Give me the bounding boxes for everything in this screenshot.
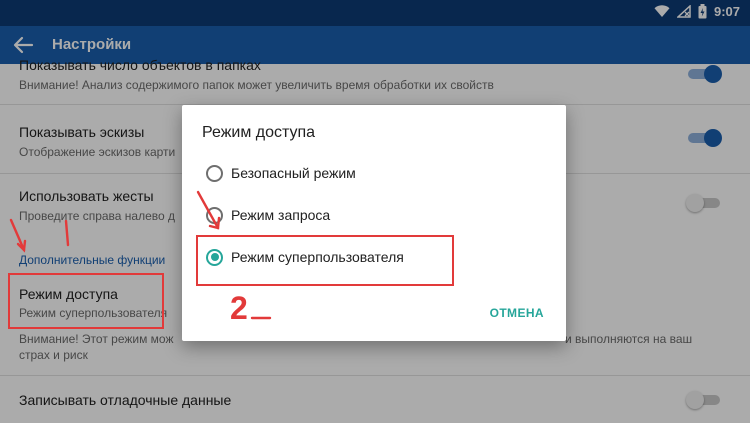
option-safe-mode[interactable]: Безопасный режим	[206, 161, 356, 185]
radio-unchecked-icon[interactable]	[206, 164, 223, 182]
cancel-button[interactable]: ОТМЕНА	[490, 306, 544, 320]
annotation-highlight-superuser-option	[196, 235, 454, 286]
option-label: Безопасный режим	[231, 165, 356, 181]
option-request-mode[interactable]: Режим запроса	[206, 203, 330, 227]
option-label: Режим запроса	[231, 207, 331, 223]
annotation-highlight-access-mode	[8, 273, 164, 329]
access-mode-dialog: Режим доступа Безопасный режим Режим зап…	[182, 105, 566, 341]
dialog-title: Режим доступа	[202, 124, 316, 141]
radio-unchecked-icon[interactable]	[206, 206, 223, 224]
